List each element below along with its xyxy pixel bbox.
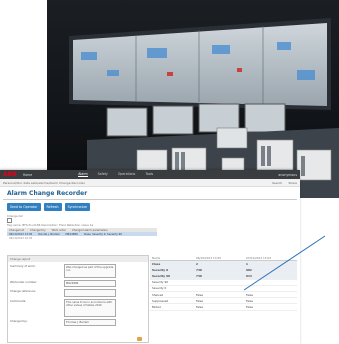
page-title: Alarm Change Recorder bbox=[3, 187, 297, 200]
col-changed-by: Changed by bbox=[30, 228, 46, 232]
col-changed-params: Changed alarm parameters bbox=[71, 228, 108, 232]
form-row: Changed by: Thomas J. Bardell bbox=[10, 319, 146, 327]
change-reference-field[interactable] bbox=[64, 289, 116, 298]
field-label: Workorder number: bbox=[10, 280, 38, 284]
cell: False bbox=[196, 304, 204, 309]
nav-alarm[interactable]: Alarm bbox=[78, 172, 88, 177]
field-label: Changed by: bbox=[10, 319, 28, 324]
search-button[interactable]: Search bbox=[272, 181, 282, 185]
top-bar: ABB Home Alarm Safety Operations Tools a… bbox=[0, 170, 300, 179]
cell: False bbox=[246, 298, 254, 303]
nav-tools[interactable]: Tools bbox=[145, 172, 153, 177]
col-name: Name bbox=[152, 255, 161, 260]
cell: Rondal J. Bardell bbox=[38, 232, 60, 236]
cell: 06/10/2013 13:05 bbox=[9, 232, 33, 236]
nav-safety[interactable]: Safety bbox=[98, 172, 108, 177]
abb-logo: ABB bbox=[3, 171, 17, 178]
tag-line: Tag name: BFS-TI+2166 Description: Flare… bbox=[7, 223, 94, 227]
cell: Severity 90 bbox=[152, 273, 170, 278]
field-label: Summary of work: bbox=[10, 264, 36, 268]
cell bbox=[196, 286, 246, 290]
summary-of-work-field[interactable]: Was changed as part of the upgrade run bbox=[64, 264, 116, 278]
cell: 1 bbox=[246, 261, 248, 266]
user-menu[interactable]: anonymous bbox=[278, 173, 297, 177]
cell: False bbox=[246, 304, 254, 309]
comments-field[interactable]: This value to be in accordance with othe… bbox=[64, 299, 116, 318]
cell: Class, Severity 0, Severity 90 bbox=[83, 232, 122, 236]
cell: MR24886 bbox=[65, 232, 78, 236]
cell: Severity 90 bbox=[152, 280, 168, 285]
cell bbox=[246, 286, 296, 290]
crumb-actions: Search Share bbox=[272, 181, 297, 185]
send-to-operator-button[interactable]: Send to Operator bbox=[7, 203, 41, 211]
breadcrumb-bar: Personal/Our data sets/alarms/Alarm Chan… bbox=[0, 179, 300, 187]
cell: Suppressed bbox=[152, 298, 169, 303]
table-row[interactable]: 06/10/2013 10:03 bbox=[7, 236, 157, 240]
nav-operations[interactable]: Operations bbox=[118, 172, 136, 177]
table-row[interactable]: Muted False False bbox=[150, 304, 297, 311]
cell: False bbox=[246, 292, 254, 297]
main-nav: Alarm Safety Operations Tools bbox=[78, 172, 153, 177]
cell bbox=[196, 280, 246, 284]
field-label: Comments: bbox=[10, 299, 27, 304]
cell: 730 bbox=[196, 267, 202, 272]
col-new: 06/10/2013 13:05 bbox=[196, 255, 222, 260]
refresh-button[interactable]: Refresh bbox=[43, 203, 62, 211]
form-row: Change reference: bbox=[10, 289, 146, 298]
form-row: Comments: This value to be in accordance… bbox=[10, 299, 146, 318]
cell: Class bbox=[152, 261, 161, 266]
cell: 730 bbox=[196, 273, 202, 278]
col-old: 07/01/2012 13:03 bbox=[246, 255, 272, 260]
change-report-form: Change report Summary of work: Was chang… bbox=[7, 255, 149, 343]
change-summary-table: Changed at Changed by Work order Changed… bbox=[7, 228, 157, 240]
form-header: Change report bbox=[8, 256, 148, 262]
field-label: Change reference: bbox=[10, 289, 36, 294]
cell: False bbox=[196, 298, 204, 303]
cell: Severity 0 bbox=[152, 286, 167, 291]
cell: 2 bbox=[196, 261, 198, 266]
resize-handle[interactable] bbox=[137, 337, 142, 341]
breadcrumb[interactable]: Personal/Our data sets/alarms/Alarm Chan… bbox=[3, 181, 85, 185]
share-button[interactable]: Share bbox=[288, 181, 297, 185]
col-work-order: Work order bbox=[51, 228, 66, 232]
cell: 982 bbox=[246, 267, 252, 272]
action-buttons: Send to Operator Refresh Synchronize bbox=[0, 200, 300, 214]
cell: Shelved bbox=[152, 292, 164, 297]
grid-body: Class 2 1 Severity 0 730 982 Severity 90 730 913… bbox=[150, 261, 297, 311]
workorder-number-field[interactable]: MR24886 bbox=[64, 280, 116, 288]
home-link[interactable]: Home bbox=[23, 173, 32, 177]
parameter-grid: Name 06/10/2013 13:05 07/01/2012 13:03 C… bbox=[150, 255, 297, 341]
cell bbox=[246, 280, 296, 284]
col-changed-at: Changed at bbox=[9, 228, 25, 232]
cell: Muted bbox=[152, 304, 161, 309]
cell: False bbox=[196, 292, 204, 297]
change-list-section: Change list Tag name: BFS-TI+2166 Descri… bbox=[0, 214, 300, 227]
form-row: Summary of work: Was changed as part of … bbox=[10, 264, 146, 278]
changed-by-field[interactable]: Thomas J. Bardell bbox=[64, 319, 116, 327]
control-room-photo bbox=[47, 0, 339, 198]
alarm-change-recorder-window: ABB Home Alarm Safety Operations Tools a… bbox=[0, 170, 300, 344]
synchronize-button[interactable]: Synchronize bbox=[64, 203, 91, 211]
cell: Severity 0 bbox=[152, 267, 169, 272]
form-row: Workorder number: MR24886 bbox=[10, 280, 146, 288]
cell: 913 bbox=[246, 273, 252, 278]
